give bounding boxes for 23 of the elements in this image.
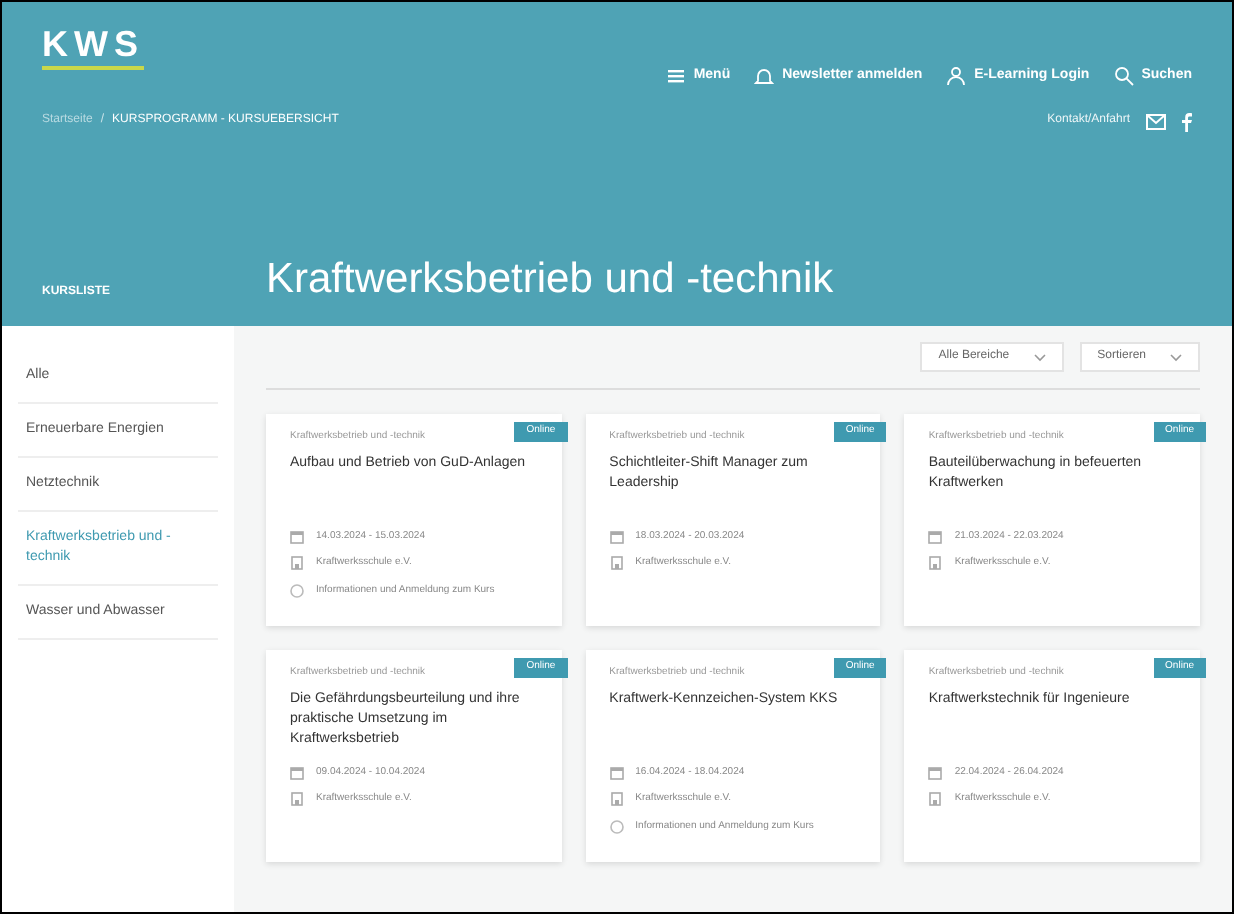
building-icon [928, 556, 943, 571]
chevron-icon [1170, 353, 1182, 361]
building-icon [609, 556, 624, 571]
building-icon [928, 792, 943, 807]
building-icon [290, 556, 304, 571]
bell-icon [754, 66, 775, 87]
search-icon [1113, 66, 1134, 87]
calendar-icon [290, 529, 304, 544]
page-title: Kraftwerksbetrieb und -technik [266, 253, 834, 305]
building-icon [290, 792, 304, 807]
info-icon [290, 583, 304, 598]
menu-icon [665, 66, 686, 87]
calendar-icon [928, 529, 943, 544]
calendar-icon [928, 765, 943, 780]
facebook-icon[interactable] [1182, 111, 1192, 131]
chevron-icon [1033, 353, 1046, 361]
calendar-icon [609, 529, 624, 544]
calendar-icon [609, 765, 624, 780]
calendar-icon [290, 765, 304, 780]
user-icon [946, 66, 967, 87]
building-icon [609, 792, 624, 807]
info-icon [609, 819, 624, 834]
mail-icon[interactable] [1146, 113, 1166, 129]
